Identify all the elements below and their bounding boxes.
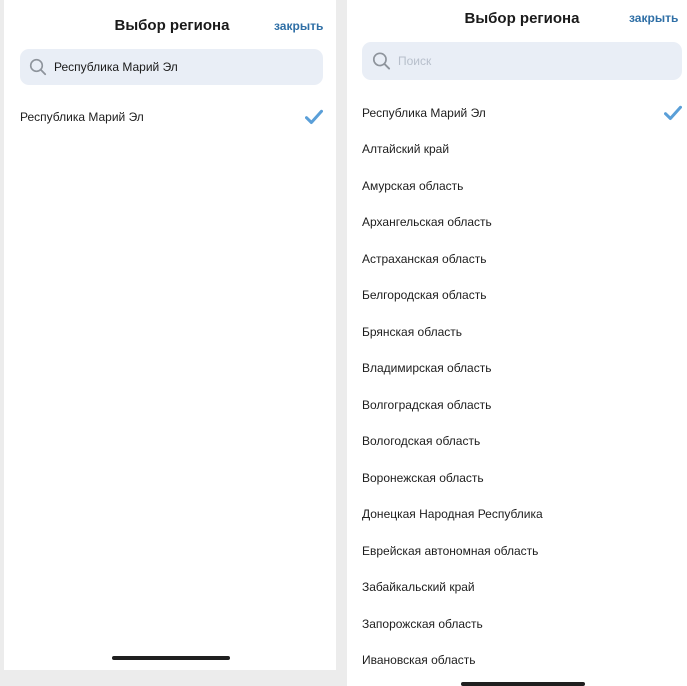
close-button[interactable]: закрыть: [274, 19, 323, 33]
magnifier-icon: [29, 58, 47, 76]
region-picker-screen-full-list: Выбор региона закрыть Поиск Республика М…: [347, 0, 687, 686]
region-label: Запорожская область: [362, 617, 483, 631]
region-list-item[interactable]: Волгоградская область: [362, 387, 682, 423]
region-label: Вологодская область: [362, 434, 481, 448]
close-button[interactable]: закрыть: [629, 11, 678, 25]
region-list-item[interactable]: Белгородская область: [362, 277, 682, 313]
home-indicator: [461, 682, 585, 686]
region-list-item[interactable]: Брянская область: [362, 314, 682, 350]
region-label: Республика Марий Эл: [362, 106, 486, 120]
region-list-item[interactable]: Алтайский край: [362, 131, 682, 167]
region-list-item[interactable]: Вологодская область: [362, 423, 682, 459]
region-list-item[interactable]: Ивановская область: [362, 642, 682, 678]
region-label: Донецкая Народная Республика: [362, 507, 543, 521]
region-label: Волгоградская область: [362, 398, 492, 412]
home-indicator: [112, 656, 230, 660]
search-input[interactable]: Поиск: [398, 54, 431, 68]
region-list-item[interactable]: Воронежская область: [362, 460, 682, 496]
region-list-item[interactable]: Владимирская область: [362, 350, 682, 386]
magnifier-icon: [372, 52, 391, 70]
region-label: Брянская область: [362, 325, 462, 339]
search-input[interactable]: Республика Марий Эл: [54, 60, 178, 74]
region-label: Белгородская область: [362, 288, 487, 302]
region-list-item[interactable]: Еврейская автономная область: [362, 533, 682, 569]
page-title: Выбор региона: [464, 10, 580, 27]
region-list-item[interactable]: Республика Марий Эл: [362, 95, 682, 131]
region-list-item[interactable]: Республика Марий Эл: [20, 99, 323, 135]
region-label: Алтайский край: [362, 142, 450, 156]
region-label: Амурская область: [362, 179, 464, 193]
region-label: Ивановская область: [362, 653, 476, 667]
region-list-item[interactable]: Астраханская область: [362, 241, 682, 277]
region-list-item[interactable]: Запорожская область: [362, 606, 682, 642]
region-label: Еврейская автономная область: [362, 544, 539, 558]
region-picker-screen-search-result: Выбор региона закрыть Республика Марий Э…: [4, 0, 336, 670]
checkmark-icon: [664, 105, 682, 120]
search-field[interactable]: Республика Марий Эл: [20, 49, 323, 85]
page-title: Выбор региона: [114, 17, 230, 34]
region-label: Архангельская область: [362, 215, 492, 229]
region-label: Забайкальский край: [362, 580, 475, 594]
region-label: Воронежская область: [362, 471, 484, 485]
region-label: Республика Марий Эл: [20, 110, 144, 124]
checkmark-icon: [305, 109, 323, 124]
region-list-item[interactable]: Донецкая Народная Республика: [362, 496, 682, 532]
region-list-item[interactable]: Архангельская область: [362, 204, 682, 240]
search-field[interactable]: Поиск: [362, 42, 682, 80]
region-label: Владимирская область: [362, 361, 492, 375]
region-list-item[interactable]: Амурская область: [362, 168, 682, 204]
region-label: Астраханская область: [362, 252, 487, 266]
region-list-item[interactable]: Забайкальский край: [362, 569, 682, 605]
